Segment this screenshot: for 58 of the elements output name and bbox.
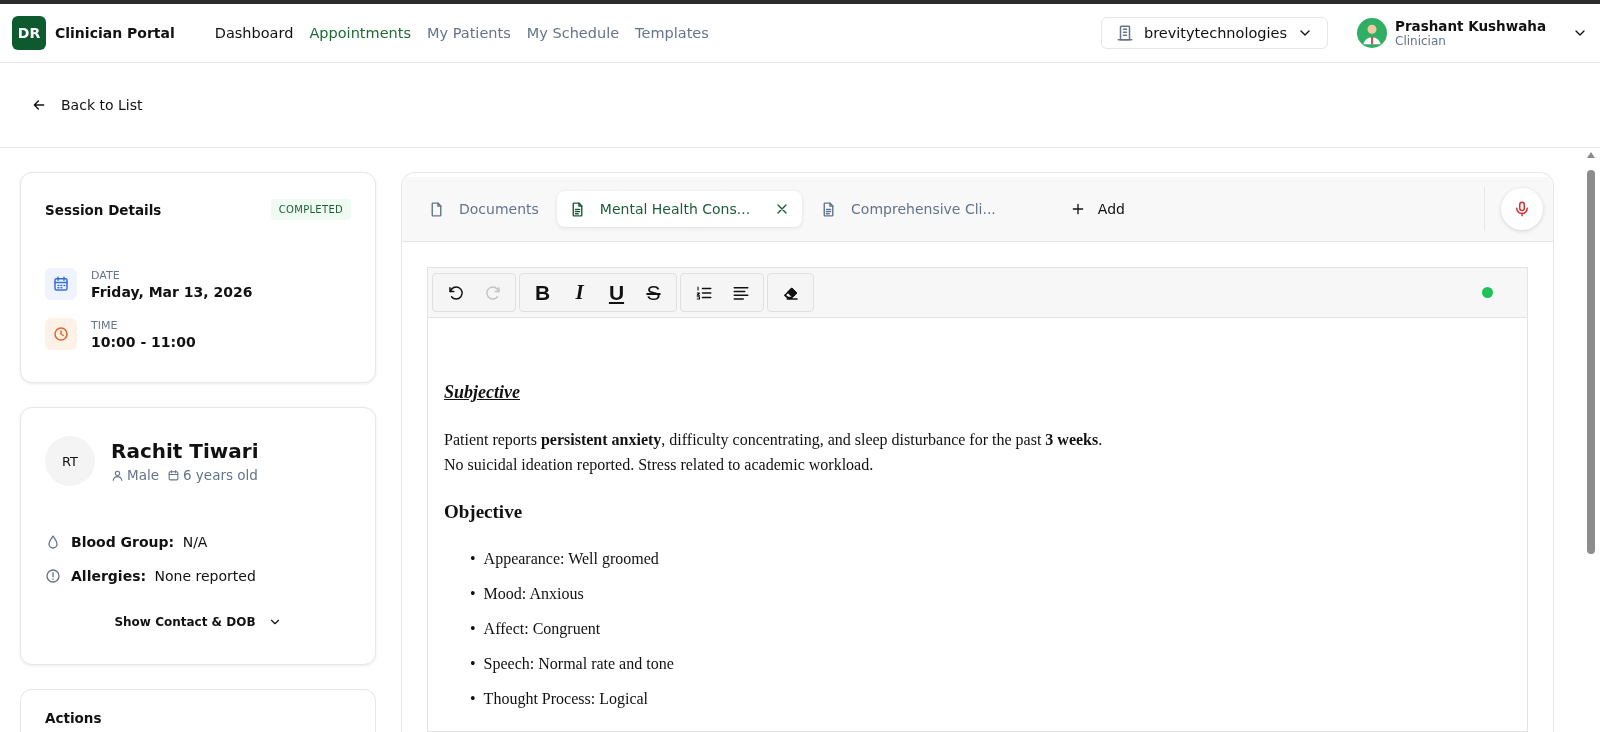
document-tab[interactable]: Comprehensive Cli... [808,191,1008,227]
list-item: Mood: Anxious [483,583,584,604]
list-item: Thought Process: Logical [483,688,649,710]
paragraph-text: Patient reports persistent anxiety, difficulty concentrating, and sleep disturbance for the past 3 weeks. [444,430,1104,451]
bullet-icon: • [470,617,476,640]
user-menu[interactable]: Prashant Kushwaha Clinician [1357,18,1588,48]
paragraph-text: No suicidal ideation reported. Stress related to academic workload. [444,455,875,476]
nav-link[interactable]: Appointments [309,25,411,41]
clock-icon [45,318,77,350]
list-item: Speech: Normal rate and tone [483,653,674,675]
card-title: Actions [45,710,103,726]
building-icon [1115,24,1134,42]
avatar-icon [1357,18,1388,48]
document-tab[interactable]: Mental Health Cons... [556,191,803,227]
bullet-icon: • [470,547,476,570]
organization-dropdown[interactable]: brevitytechnologies [1100,17,1329,49]
back-link[interactable]: Back to List [31,97,143,113]
field-label: Allergies: [71,568,147,584]
section-title: Subjective [444,382,521,403]
nav-link[interactable]: Dashboard [214,25,294,41]
microphone-icon [1513,200,1531,218]
time-value: 10:00 - 11:00 [91,333,196,350]
bullet-icon: • [470,582,476,605]
list-item: Appearance: Well groomed [483,548,659,570]
list-item: Affect: Congruent [483,618,601,640]
app-name: Clinician Portal [55,25,175,41]
add-tab-button[interactable]: Add [1063,200,1131,218]
user-name: Prashant Kushwaha [1395,18,1546,34]
user-role: Clinician [1395,34,1447,48]
italic-button[interactable]: I [561,277,598,308]
section-heading: Objective [444,501,524,523]
field-value: N/A [182,534,208,550]
logo-badge: DR [12,16,46,50]
underline-button[interactable]: U [598,277,635,308]
undo-icon [446,283,465,302]
nav-link[interactable]: My Patients [427,25,511,41]
date-label: DATE [91,268,121,282]
status-badge: COMPLETED [270,199,351,220]
nav-link[interactable]: Templates [635,25,709,41]
bullet-icon: • [470,652,476,675]
calendar-icon [45,268,77,300]
patient-name: Rachit Tiwari [111,439,259,463]
show-contact-toggle[interactable]: Show Contact & DOB [108,614,288,630]
date-value: Friday, Mar 13, 2026 [91,283,253,300]
arrow-left-icon [31,97,47,113]
time-label: TIME [91,318,119,332]
document-tab[interactable]: Documents [416,191,551,227]
patient-gender: Male [127,467,159,483]
bullet-icon: • [470,687,476,710]
card-title: Session Details [45,201,162,218]
patient-age: 6 years old [183,467,258,483]
field-label: Blood Group: [71,534,175,550]
nav-link[interactable]: My Schedule [526,25,620,41]
redo-icon [483,283,502,302]
strikethrough-button[interactable]: S [635,277,672,308]
microphone-button[interactable] [1501,188,1543,230]
field-value: None reported [154,568,256,584]
bold-button[interactable]: B [524,277,561,308]
